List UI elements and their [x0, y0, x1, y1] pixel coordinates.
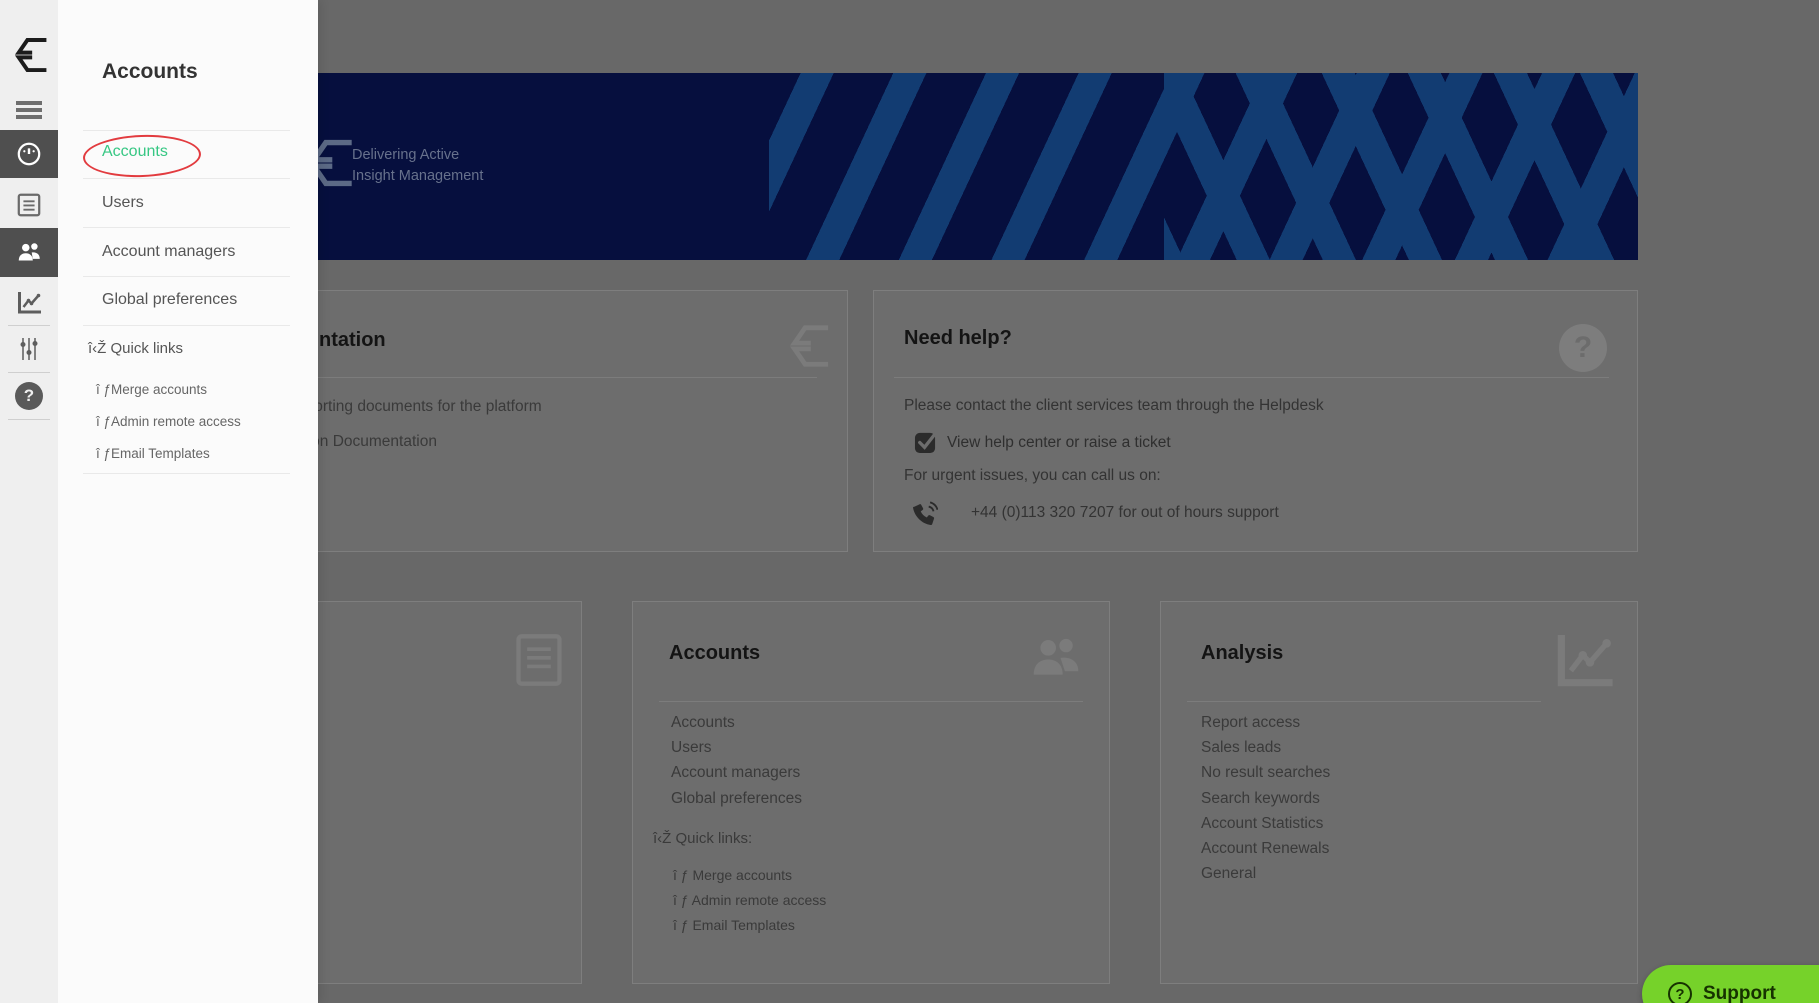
- admin-page: Delivering Active Insight Management nta…: [0, 0, 1819, 1003]
- document-watermark-icon: [513, 632, 565, 693]
- support-button-label: Support: [1703, 983, 1776, 1003]
- analysis-link-no-result[interactable]: No result searches: [1201, 764, 1330, 782]
- divider: [83, 276, 290, 277]
- icon-rail: ?: [0, 0, 58, 1003]
- sidebar-item-accounts-users[interactable]: [0, 228, 58, 277]
- analysis-card-title: Analysis: [1201, 642, 1284, 664]
- accounts-flyout-panel: Accounts Accounts Users Account managers…: [58, 0, 318, 1003]
- flyout-title: Accounts: [102, 60, 198, 83]
- divider: [83, 130, 290, 131]
- analysis-link-account-renewals[interactable]: Account Renewals: [1201, 840, 1329, 858]
- support-button[interactable]: ? Support: [1642, 965, 1819, 1003]
- analysis-link-account-stats[interactable]: Account Statistics: [1201, 815, 1323, 833]
- analysis-card: Analysis Report access Sales leads No re…: [1160, 601, 1638, 984]
- documentation-link-supporting-docs[interactable]: pporting documents for the platform: [297, 398, 542, 416]
- tagline-line2: Insight Management: [352, 168, 484, 184]
- sidebar-item-analysis[interactable]: [0, 280, 58, 324]
- flyout-item-account-managers[interactable]: Account managers: [102, 243, 235, 261]
- sidebar-item-content[interactable]: [0, 182, 58, 228]
- flyout-item-users[interactable]: Users: [102, 194, 144, 212]
- app-logo-icon[interactable]: [0, 22, 58, 88]
- quick-link-merge-accounts[interactable]: î ƒ Merge accounts: [673, 867, 792, 883]
- flyout-item-accounts[interactable]: Accounts: [102, 143, 168, 161]
- phone-number-text: +44 (0)113 320 7207 for out of hours sup…: [971, 504, 1279, 521]
- divider: [83, 325, 290, 326]
- accounts-quick-links-header: î‹Ž Quick links:: [653, 830, 753, 847]
- quick-link-admin-remote[interactable]: î ƒ Admin remote access: [673, 892, 826, 908]
- help-center-link[interactable]: View help center or raise a ticket: [947, 434, 1171, 452]
- help-question-icon: ?: [15, 382, 43, 410]
- divider: [894, 377, 1609, 378]
- divider: [1187, 701, 1541, 702]
- analysis-link-sales-leads[interactable]: Sales leads: [1201, 739, 1281, 757]
- divider: [83, 473, 290, 474]
- need-help-title: Need help?: [904, 327, 1012, 349]
- chart-watermark-icon: [1553, 630, 1615, 695]
- accounts-link-globalpref[interactable]: Global preferences: [671, 790, 802, 808]
- accounts-link-users[interactable]: Users: [671, 739, 711, 757]
- users-watermark-icon: [1027, 630, 1085, 693]
- brand-logo-watermark-icon: [784, 321, 830, 376]
- accounts-card: Accounts Accounts Users Account managers…: [632, 601, 1110, 984]
- divider: [83, 178, 290, 179]
- analysis-link-search-keywords[interactable]: Search keywords: [1201, 790, 1320, 808]
- need-help-card: Need help? ? Please contact the client s…: [873, 290, 1638, 552]
- urgent-issues-label: For urgent issues, you can call us on:: [904, 467, 1161, 484]
- divider: [659, 701, 1083, 702]
- flyout-quick-link-email-templates[interactable]: î ƒEmail Templates: [96, 446, 210, 461]
- accounts-link-managers[interactable]: Account managers: [671, 764, 800, 782]
- divider: [8, 325, 50, 326]
- flyout-quick-links-header[interactable]: î‹Ž Quick links: [88, 340, 183, 357]
- banner-tagline: Delivering Active Insight Management: [352, 145, 483, 187]
- accounts-card-title: Accounts: [669, 642, 761, 664]
- quick-link-email-templates[interactable]: î ƒ Email Templates: [673, 917, 795, 933]
- analysis-link-report-access[interactable]: Report access: [1201, 714, 1300, 732]
- divider: [8, 372, 50, 373]
- need-help-intro: Please contact the client services team …: [904, 397, 1324, 414]
- sidebar-item-settings[interactable]: [0, 327, 58, 371]
- divider: [8, 419, 50, 420]
- ticket-checkbox-icon: [914, 431, 937, 459]
- flyout-item-global-preferences[interactable]: Global preferences: [102, 291, 237, 309]
- question-mark-watermark-icon: ?: [1559, 324, 1607, 372]
- divider: [83, 227, 290, 228]
- sidebar-item-help[interactable]: ?: [0, 374, 58, 418]
- analysis-link-general[interactable]: General: [1201, 865, 1256, 883]
- tagline-line1: Delivering Active: [352, 147, 460, 163]
- support-question-icon: ?: [1668, 982, 1692, 1003]
- phone-icon: [912, 501, 939, 530]
- flyout-quick-link-admin-remote[interactable]: î ƒAdmin remote access: [96, 414, 241, 429]
- accounts-link-accounts[interactable]: Accounts: [671, 714, 735, 732]
- banner-stripes-backward: [1164, 73, 1638, 260]
- flyout-quick-link-merge-accounts[interactable]: î ƒMerge accounts: [96, 382, 207, 397]
- documentation-card-title: ntation: [319, 329, 386, 351]
- menu-icon[interactable]: [0, 96, 58, 124]
- sidebar-item-dashboard[interactable]: [0, 130, 58, 178]
